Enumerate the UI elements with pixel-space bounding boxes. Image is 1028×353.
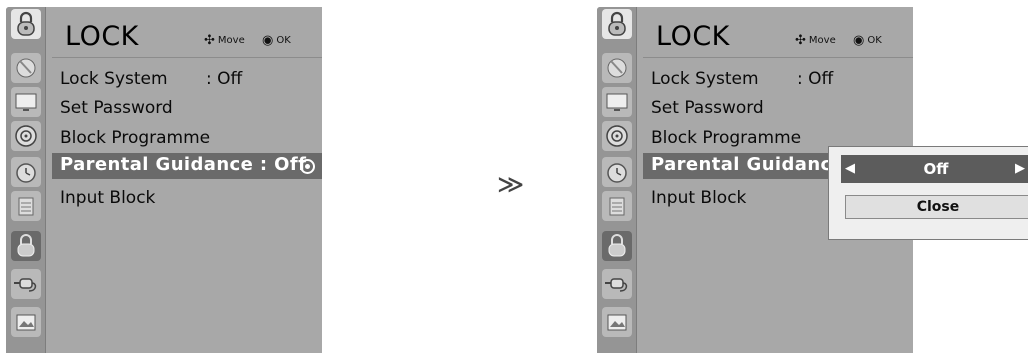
menu-item-lock-system[interactable]: Lock System : Off xyxy=(651,69,833,89)
usb-photo-icon[interactable] xyxy=(602,307,632,337)
usb-photo-icon[interactable] xyxy=(11,307,41,337)
close-button[interactable]: Close xyxy=(845,195,1028,219)
speaker-icon[interactable] xyxy=(602,121,632,151)
option-icon[interactable] xyxy=(11,191,41,221)
ok-hint: ◉ OK xyxy=(262,32,291,48)
lock-icon[interactable] xyxy=(11,231,41,261)
clock-icon[interactable] xyxy=(11,157,41,187)
move-arrows-icon: ✣ xyxy=(204,32,215,48)
input-plug-icon[interactable] xyxy=(602,269,632,299)
menu-item-set-password[interactable]: Set Password xyxy=(60,98,173,118)
menu-title: LOCK xyxy=(656,21,730,52)
lock-top-icon xyxy=(11,9,41,39)
menu-item-set-password[interactable]: Set Password xyxy=(651,98,764,118)
rating-selector[interactable]: ◀ Off ▶ xyxy=(841,155,1028,183)
clock-icon[interactable] xyxy=(602,157,632,187)
menu-title: LOCK xyxy=(65,21,139,52)
lock-menu-panel-before: LOCK ✣ Move ◉ OK Lock System : Off Set P… xyxy=(6,7,322,353)
menu-item-block-programme[interactable]: Block Programme xyxy=(60,128,210,148)
monitor-icon[interactable] xyxy=(11,87,41,117)
menu-item-block-programme[interactable]: Block Programme xyxy=(651,128,801,148)
category-icon-bar xyxy=(597,7,637,353)
ok-select-icon xyxy=(300,159,315,174)
speaker-icon[interactable] xyxy=(11,121,41,151)
menu-item-lock-system[interactable]: Lock System : Off xyxy=(60,69,242,89)
rating-value: Off xyxy=(923,160,949,178)
lock-icon[interactable] xyxy=(602,231,632,261)
move-arrows-icon: ✣ xyxy=(795,32,806,48)
transition-arrow: ≫ xyxy=(497,170,525,200)
input-plug-icon[interactable] xyxy=(11,269,41,299)
menu-item-input-block[interactable]: Input Block xyxy=(60,188,155,208)
move-hint: ✣ Move xyxy=(795,32,836,48)
parental-guidance-popup: ◀ Off ▶ Close xyxy=(828,146,1028,240)
monitor-icon[interactable] xyxy=(602,87,632,117)
menu-item-parental-guidance[interactable]: Parental Guidance : Off xyxy=(52,153,322,179)
option-icon[interactable] xyxy=(602,191,632,221)
satellite-icon[interactable] xyxy=(11,53,41,83)
ok-hint: ◉ OK xyxy=(853,32,882,48)
ok-button-icon: ◉ xyxy=(853,32,865,48)
title-separator xyxy=(643,57,913,58)
title-separator xyxy=(52,57,322,58)
category-icon-bar xyxy=(6,7,46,353)
ok-button-icon: ◉ xyxy=(262,32,274,48)
right-arrow-icon[interactable]: ▶ xyxy=(1015,161,1025,176)
lock-top-icon xyxy=(602,9,632,39)
move-hint: ✣ Move xyxy=(204,32,245,48)
satellite-icon[interactable] xyxy=(602,53,632,83)
menu-item-input-block[interactable]: Input Block xyxy=(651,188,746,208)
